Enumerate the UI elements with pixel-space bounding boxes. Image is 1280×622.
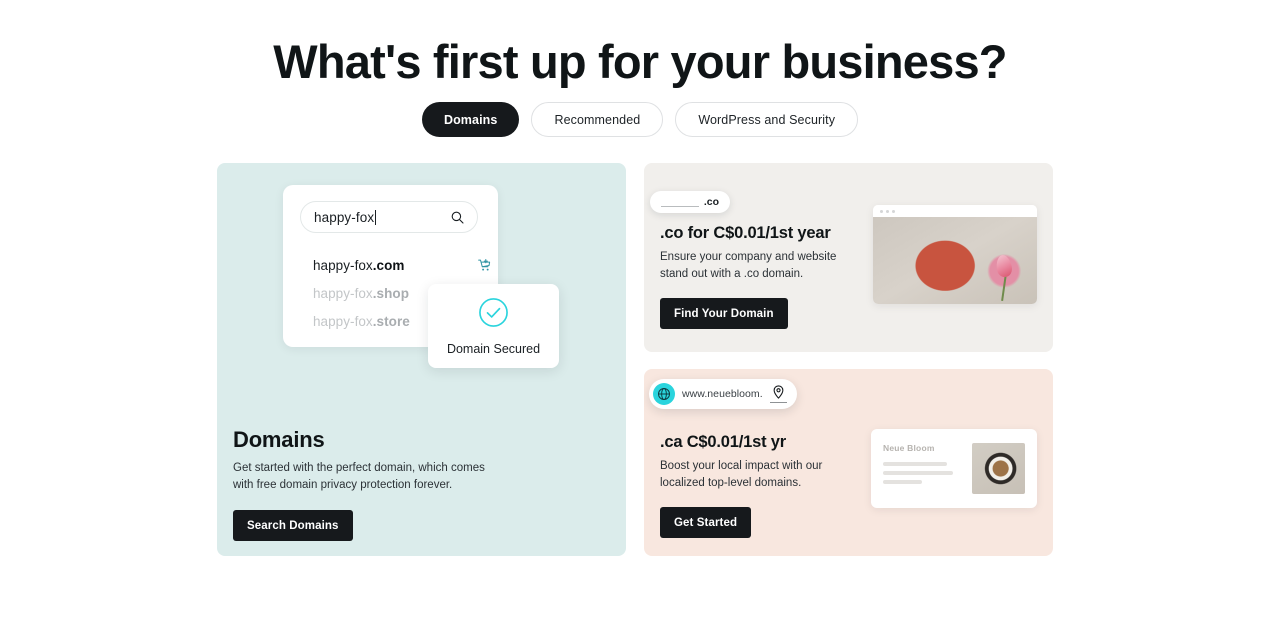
co-card-description: Ensure your company and website stand ou… <box>660 251 837 280</box>
browser-chrome-bar <box>873 205 1037 217</box>
browser-dot-icon <box>880 209 883 213</box>
ca-card-heading: .ca C$0.01/1st yr <box>660 433 786 451</box>
page-root: What's first up for your business? Domai… <box>0 0 1280 622</box>
ca-url-pill: www.neuebloom. <box>649 379 797 409</box>
find-your-domain-button[interactable]: Find Your Domain <box>660 298 788 329</box>
text-caret <box>375 209 377 225</box>
ca-card-description: Boost your local impact with our localiz… <box>660 460 823 489</box>
globe-icon <box>653 383 675 405</box>
domains-card-heading: Domains <box>233 427 325 452</box>
co-card-copy: .co for C$0.01/1st year Ensure your comp… <box>660 224 838 329</box>
co-card-heading: .co for C$0.01/1st year <box>660 224 831 242</box>
card-ca-promo: Neue Bloom www.neuebloom. .ca C$0.01/1st… <box>644 369 1053 556</box>
pin-underline <box>769 402 787 403</box>
page-title: What's first up for your business? <box>273 35 1007 88</box>
suggestion-base: happy-fox <box>313 285 373 301</box>
location-pin-icon <box>769 385 787 403</box>
domains-card-copy: Domains Get started with the perfect dom… <box>233 427 613 541</box>
placeholder-line <box>883 471 953 475</box>
card-grid: happy-fox happy-fox .com happy-fox .shop… <box>217 163 1053 556</box>
add-to-cart-icon[interactable] <box>478 258 493 272</box>
get-started-button[interactable]: Get Started <box>660 507 752 538</box>
domains-card-description: Get started with the perfect domain, whi… <box>233 462 485 491</box>
ca-url-text: www.neuebloom. <box>682 388 763 400</box>
tab-domains[interactable]: Domains <box>421 102 520 137</box>
domain-search-field[interactable]: happy-fox <box>300 201 478 233</box>
ca-card-copy: .ca C$0.01/1st yr Boost your local impac… <box>660 433 838 538</box>
ca-promo-photo <box>972 443 1025 494</box>
co-promo-photo <box>873 217 1037 304</box>
suggestion-tld: .com <box>372 257 405 273</box>
tab-bar: Domains Recommended WordPress and Securi… <box>0 102 1280 137</box>
search-domains-button[interactable]: Search Domains <box>233 510 353 541</box>
tab-wordpress-and-security[interactable]: WordPress and Security <box>675 102 859 137</box>
ca-browser-mock: Neue Bloom <box>871 429 1037 508</box>
browser-dot-icon <box>886 209 889 213</box>
domain-secured-tooltip: Domain Secured <box>428 284 559 368</box>
suggestion-base: happy-fox <box>313 257 373 273</box>
co-extension-pill: .co <box>650 191 730 213</box>
domain-secured-label: Domain Secured <box>446 341 541 356</box>
check-circle-icon <box>478 297 509 333</box>
co-extension-label: .co <box>703 196 719 208</box>
placeholder-line <box>883 480 922 484</box>
card-domains: happy-fox happy-fox .com happy-fox .shop… <box>217 163 626 556</box>
co-browser-mock <box>873 205 1037 304</box>
pill-underline <box>661 206 699 207</box>
list-item[interactable]: happy-fox .com <box>313 251 493 279</box>
tulip-bud-shape <box>995 254 1014 279</box>
browser-dot-icon <box>892 209 895 213</box>
domain-search-value: happy-fox <box>314 209 375 225</box>
suggestion-tld: .store <box>372 313 410 329</box>
suggestion-tld: .shop <box>372 285 409 301</box>
suggestion-base: happy-fox <box>313 313 373 329</box>
magnifier-icon[interactable] <box>451 211 464 224</box>
card-co-promo: .co .co for C$0.01/1st year Ensure your … <box>644 163 1053 352</box>
placeholder-line <box>883 462 947 466</box>
tab-recommended[interactable]: Recommended <box>531 102 664 137</box>
